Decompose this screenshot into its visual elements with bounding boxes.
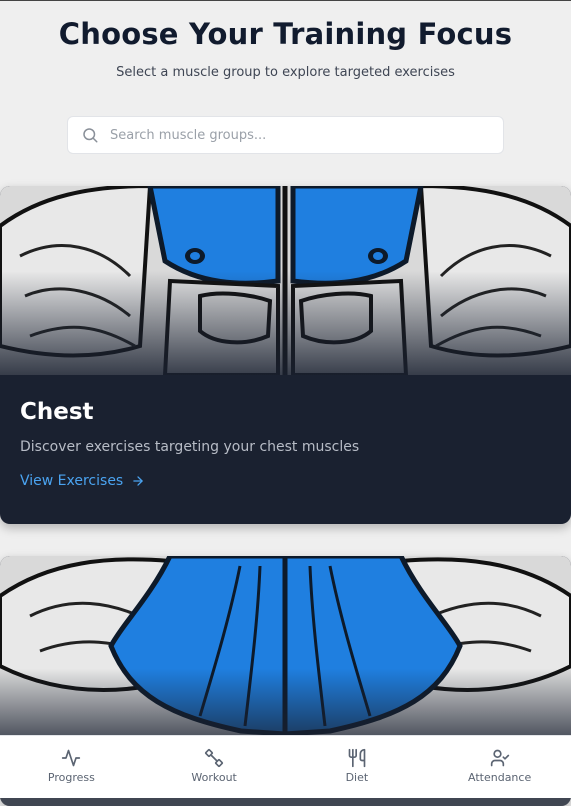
nav-item-attendance[interactable]: Attendance: [428, 736, 571, 798]
nav-item-progress[interactable]: Progress: [0, 736, 143, 798]
page-subtitle: Select a muscle group to explore targete…: [116, 65, 455, 80]
nav-label-attendance: Attendance: [468, 771, 532, 784]
page-header: Choose Your Training Focus Select a musc…: [0, 1, 571, 80]
nav-item-diet[interactable]: Diet: [286, 736, 429, 798]
arrow-right-icon: [131, 474, 145, 488]
search-bar[interactable]: [67, 116, 504, 154]
nav-label-progress: Progress: [47, 771, 95, 784]
utensils-icon: [347, 748, 367, 768]
view-exercises-label: View Exercises: [20, 473, 124, 489]
nav-label-diet: Diet: [345, 771, 369, 784]
view-exercises-link[interactable]: View Exercises: [20, 473, 145, 489]
nav-item-workout[interactable]: Workout: [143, 736, 286, 798]
muscle-card-chest[interactable]: Chest Discover exercises targeting your …: [0, 186, 571, 524]
page-title: Choose Your Training Focus: [58, 17, 513, 51]
nav-label-workout: Workout: [191, 771, 237, 784]
card-title: Chest: [20, 399, 94, 425]
user-check-icon: [490, 748, 510, 768]
search-icon: [81, 126, 99, 144]
card-description: Discover exercises targeting your chest …: [20, 439, 360, 455]
search-input[interactable]: [108, 126, 472, 144]
chest-muscle-illustration: [0, 186, 571, 375]
activity-icon: [61, 748, 81, 768]
bottom-navigation: Progress Workout Diet Attendance: [0, 735, 571, 798]
dumbbell-icon: [204, 748, 224, 768]
